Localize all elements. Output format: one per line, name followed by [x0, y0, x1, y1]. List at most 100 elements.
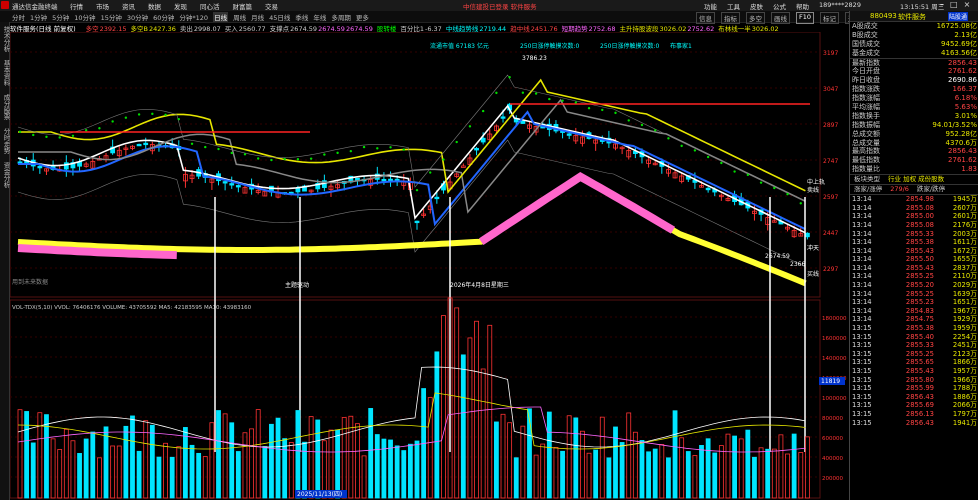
tick-price: 2855.80: [905, 375, 934, 384]
tick-row: 13:14 2855.20 2029万: [850, 281, 978, 290]
signal-dot: [204, 145, 207, 149]
tick-time: 13:14: [852, 238, 872, 247]
period-tab-9[interactable]: 周线: [233, 12, 246, 22]
period-tab-1[interactable]: 1分钟: [30, 12, 47, 22]
tick-price: 2855.43: [905, 367, 934, 376]
tick-time: 13:15: [852, 349, 872, 358]
candle-body: [480, 137, 486, 143]
volume-bar: [540, 443, 546, 499]
tick-volume: 1886万: [952, 392, 977, 401]
volume-bar: [699, 445, 704, 499]
period-tab-11[interactable]: 45日线: [269, 12, 290, 22]
stats2-value: 166.37: [952, 85, 978, 94]
tick-volume: 2607万: [952, 203, 977, 212]
stats2-row: 今日开盘 2761.62: [850, 67, 978, 76]
volume-bar: [381, 438, 387, 499]
clock: 13:15:51 周三: [900, 3, 945, 11]
period-tab-13[interactable]: 年线: [313, 12, 326, 22]
period-tab-5[interactable]: 30分钟: [127, 12, 148, 22]
volume-bar: [712, 452, 718, 499]
tick-price: 2855.65: [905, 358, 934, 367]
menu-item-2[interactable]: 资讯: [122, 1, 135, 11]
index-name: 软件服务: [898, 13, 926, 21]
signal-dot: [32, 133, 35, 137]
tick-row: 13:15 2856.43 1886万: [850, 393, 978, 402]
right-menu-item-1[interactable]: 工具: [727, 1, 740, 11]
maximize-icon[interactable]: □: [950, 0, 958, 9]
stats-value: 2.13亿: [954, 30, 977, 39]
right-menu-item-2[interactable]: 皮肤: [750, 1, 763, 11]
candle-body: [804, 232, 810, 238]
close-icon[interactable]: ×: [964, 0, 971, 9]
volume-bar: [474, 320, 479, 499]
stats2-label: 指数涨跌: [852, 85, 880, 94]
period-tab-2[interactable]: 5分钟: [52, 12, 69, 22]
top-label: 流通市值 67183 亿元: [430, 42, 489, 50]
period-tab-4[interactable]: 15分钟: [101, 12, 122, 22]
tab-sector-type[interactable]: 板块类型: [850, 175, 884, 184]
signal-dot: [71, 134, 75, 137]
volume-bar: [599, 416, 605, 499]
menu-item-3[interactable]: 数据: [148, 1, 161, 11]
right-menu-item-3[interactable]: 公式: [773, 1, 786, 11]
period-tab-15[interactable]: 更多: [356, 12, 369, 22]
menu-item-0[interactable]: 行情: [70, 1, 83, 11]
stats2-row: 指数振幅 94.01/3.52%: [850, 121, 978, 130]
stats2-label: 指数振幅: [852, 120, 880, 129]
right-menu-item-5[interactable]: 189****2829: [819, 1, 861, 11]
volume-bar: [328, 429, 334, 499]
stats2-value: 952.28亿: [945, 129, 978, 138]
volume-bar: [24, 411, 30, 499]
stats2-row: 平均涨幅 5.63%: [850, 103, 978, 112]
candle-body: [143, 142, 149, 146]
period-tab-7[interactable]: 分钟*120: [179, 12, 208, 22]
menu-item-5[interactable]: 同心活: [200, 1, 220, 11]
period-tab-10[interactable]: 月线: [251, 12, 264, 22]
stats-value: 9452.69亿: [941, 39, 977, 48]
right-menu-item-4[interactable]: 帮助: [796, 1, 809, 11]
tick-row: 13:15 2856.43 1941万: [850, 419, 978, 428]
period-tab-6[interactable]: 60分钟: [153, 12, 174, 22]
menu-item-7[interactable]: 交易: [265, 1, 278, 11]
price-tick: 2597: [823, 194, 838, 201]
tick-volume: 2066万: [952, 401, 977, 410]
stats-value: 4163.56亿: [941, 48, 977, 57]
stats-row: A股成交 16725.08亿: [850, 22, 978, 31]
candle-body: [474, 148, 479, 151]
volume-bar: [90, 431, 96, 499]
up-down-ratio: 涨家/涨停 279/6 跌家/跌停: [850, 185, 978, 196]
tick-time: 13:15: [852, 332, 872, 341]
volume-bar: [407, 443, 413, 499]
volume-bar: [427, 397, 433, 499]
period-tab-12[interactable]: 季线: [295, 12, 308, 22]
signal-dot: [442, 158, 445, 161]
tab-sector-detail[interactable]: 行业 加权 成份股数: [884, 175, 948, 184]
tick-time: 13:14: [852, 246, 872, 255]
period-tab-14[interactable]: 多周期: [331, 12, 351, 22]
tick-volume: 2003万: [952, 229, 977, 238]
stats2-row: 指数量比 1.83: [850, 165, 978, 174]
volume-bar: [30, 442, 36, 499]
signal-dot: [84, 129, 88, 132]
stats2-row: 最低指数 2761.62: [850, 156, 978, 165]
menu-item-6[interactable]: 财富篇: [233, 1, 253, 11]
volume-bar: [646, 451, 651, 499]
kline-chart[interactable]: 3197 3047 2897 2747 2597 2447 2297 1800000 16000…: [10, 32, 848, 500]
login-notice[interactable]: 中信建投已登录 软件服务: [463, 1, 537, 11]
volume-bar: [639, 440, 645, 499]
menu-item-4[interactable]: 发现: [174, 1, 187, 11]
menu-item-1[interactable]: 市场: [96, 1, 109, 11]
candle-body: [520, 120, 526, 124]
period-tab-8[interactable]: 日线: [213, 12, 229, 22]
right-menu-item-0[interactable]: 功能: [704, 1, 717, 11]
period-tab-0[interactable]: 分时: [12, 12, 25, 22]
signal-dot: [389, 146, 392, 149]
tick-volume: 1788万: [952, 384, 977, 393]
tick-time: 13:15: [852, 418, 872, 427]
volume-bar: [685, 451, 691, 499]
tick-price: 2855.99: [905, 384, 934, 393]
period-tab-3[interactable]: 10分钟: [74, 12, 95, 22]
tick-list[interactable]: 13:14 2854.98 1945万 13:14 2855.08 2607万 13:14 2…: [850, 195, 978, 427]
right-menu: 功能 工具 皮肤 公式 帮助 189****2829: [704, 1, 861, 11]
minimize-icon[interactable]: –: [940, 0, 944, 9]
